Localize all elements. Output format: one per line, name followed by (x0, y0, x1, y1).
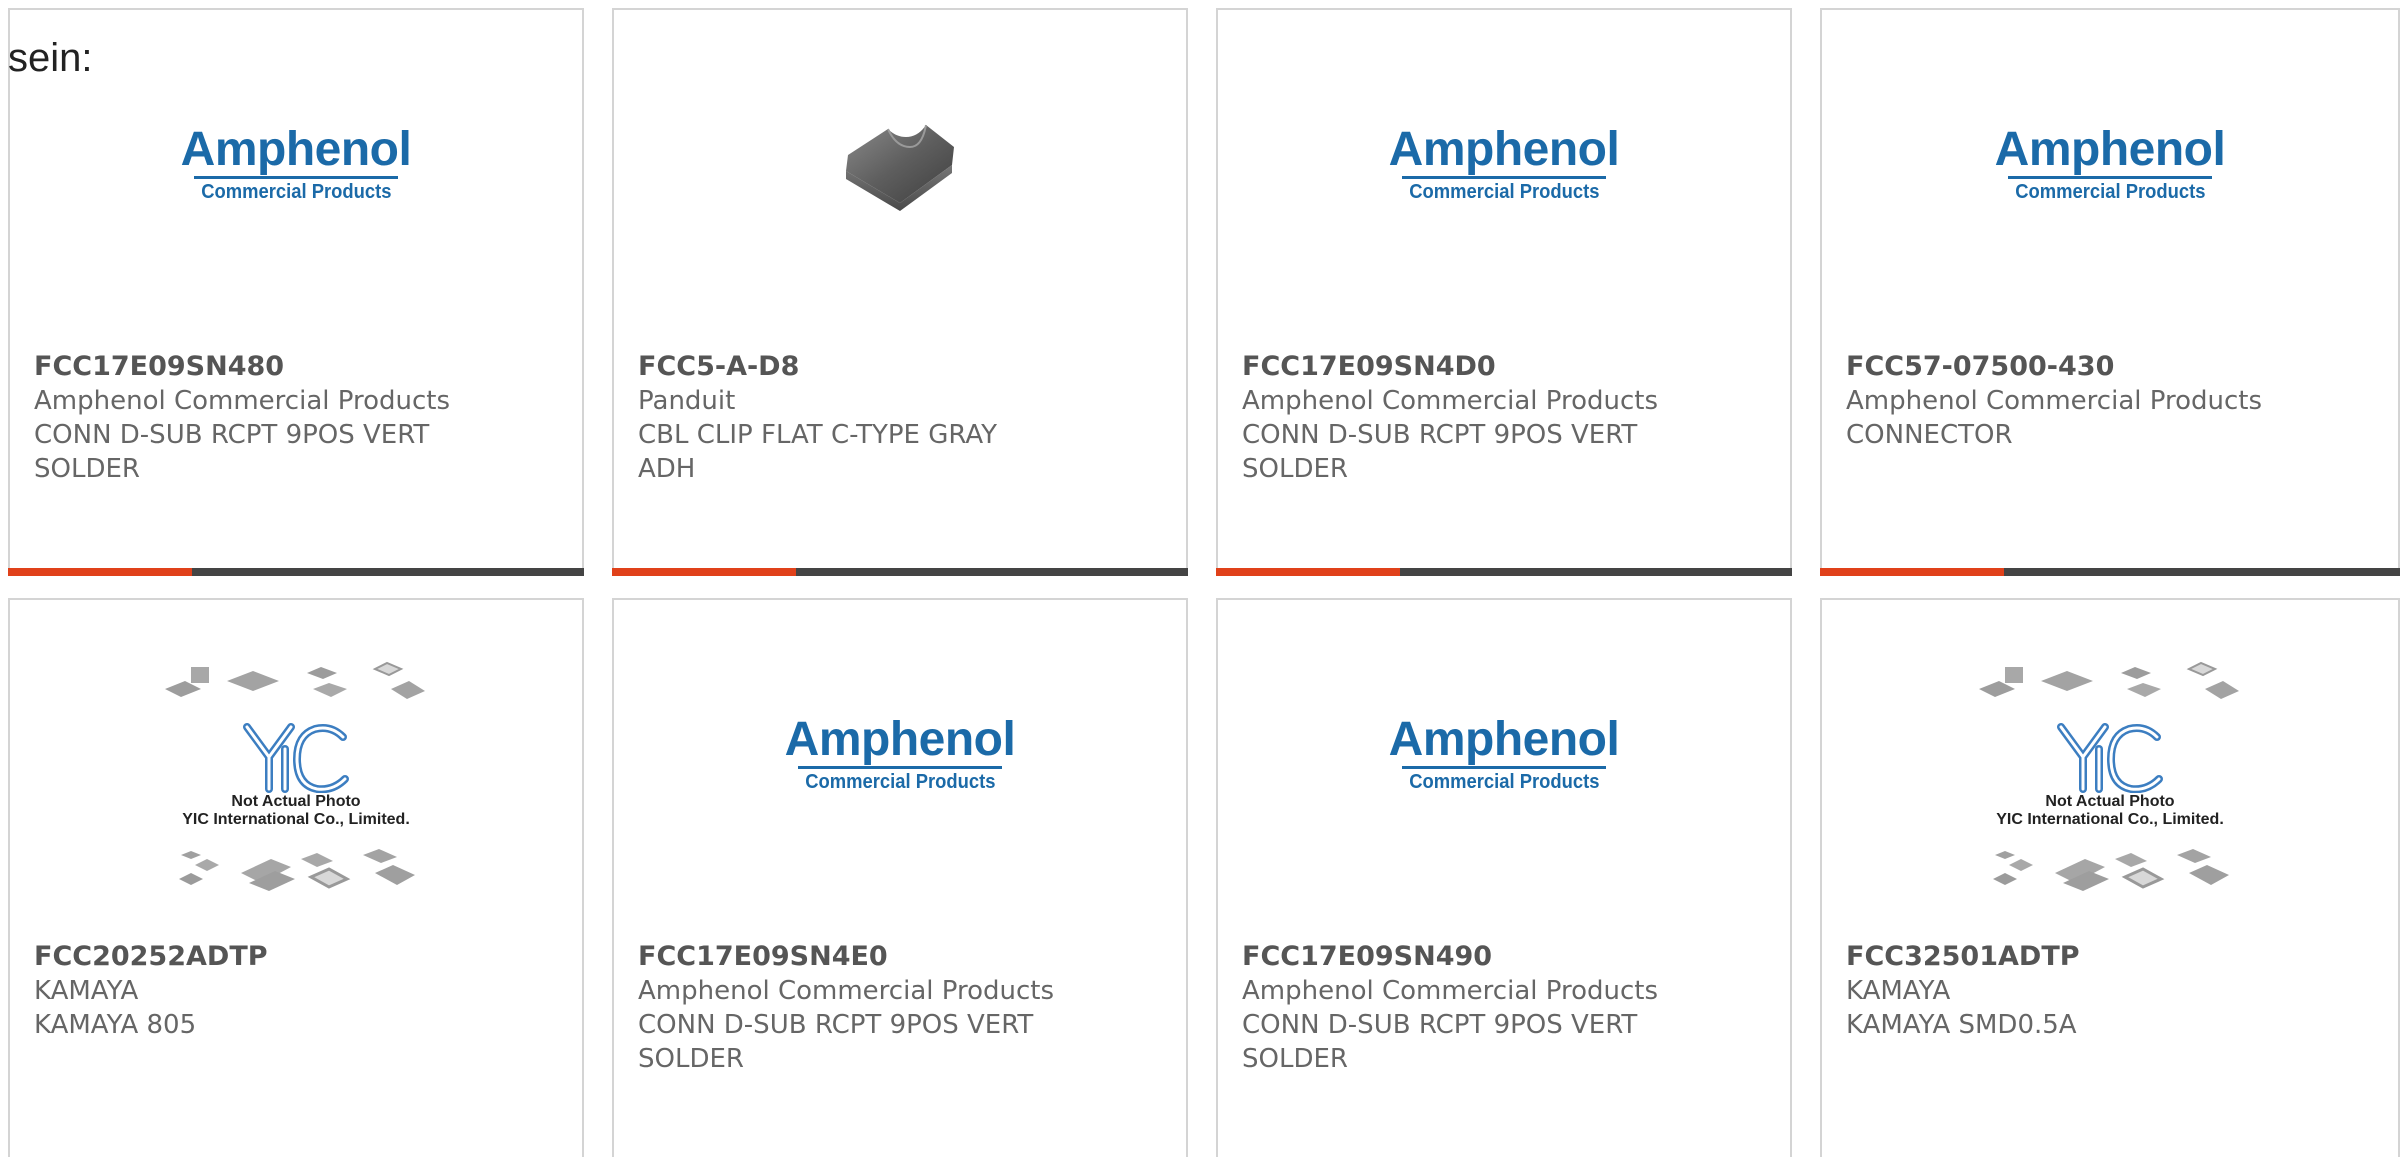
logo-rule (2008, 175, 2212, 179)
product-image[interactable]: Amphenol Commercial Products (614, 640, 1186, 900)
product-info: FCC17E09SN490 Amphenol Commercial Produc… (1242, 940, 1662, 1076)
card-bottom-bar (8, 568, 584, 576)
logo-brand: Amphenol (784, 712, 1016, 766)
chip-packages-bottom-icon (179, 849, 415, 891)
product-image[interactable]: Not Actual Photo YIC International Co., … (1822, 640, 2398, 900)
product-image[interactable]: Amphenol Commercial Products (1822, 50, 2398, 310)
logo-division: Commercial Products (2014, 180, 2206, 203)
logo-brand: Amphenol (180, 122, 412, 176)
product-image[interactable]: Amphenol Commercial Products (1218, 640, 1790, 900)
yic-placeholder: Not Actual Photo YIC International Co., … (1975, 659, 2245, 897)
product-card[interactable]: FCC5-A-D8 Panduit CBL CLIP FLAT C-TYPE G… (612, 8, 1188, 576)
description-line-1: CONN D-SUB RCPT 9POS VERT (638, 1010, 1034, 1040)
yic-placeholder: Not Actual Photo YIC International Co., … (161, 659, 431, 897)
amphenol-logo: Amphenol Commercial Products (180, 122, 412, 203)
part-number-link[interactable]: FCC5-A-D8 (638, 350, 1058, 384)
description-line-1: CBL CLIP FLAT C-TYPE GRAY (638, 420, 998, 450)
product-card[interactable]: Amphenol Commercial Products FCC57-07500… (1820, 8, 2400, 576)
manufacturer: Amphenol Commercial Products (1242, 386, 1658, 416)
logo-division: Commercial Products (1408, 180, 1600, 203)
card-accent (1820, 568, 2004, 576)
amphenol-logo: Amphenol Commercial Products (1388, 122, 1620, 203)
amphenol-logo: Amphenol Commercial Products (1388, 712, 1620, 793)
product-info: FCC32501ADTP KAMAYA KAMAYA SMD0.5A (1846, 940, 2266, 1042)
description-line-1: CONN D-SUB RCPT 9POS VERT (1242, 420, 1638, 450)
amphenol-logo: Amphenol Commercial Products (1994, 122, 2226, 203)
product-info: FCC5-A-D8 Panduit CBL CLIP FLAT C-TYPE G… (638, 350, 1058, 486)
product-card[interactable]: Amphenol Commercial Products FCC17E09SN4… (612, 598, 1188, 1157)
description-line-1: CONNECTOR (1846, 420, 2013, 450)
card-accent (612, 568, 796, 576)
product-info: FCC20252ADTP KAMAYA KAMAYA 805 (34, 940, 454, 1042)
product-card[interactable]: Amphenol Commercial Products FCC17E09SN4… (8, 8, 584, 576)
product-image[interactable]: Amphenol Commercial Products (10, 50, 582, 310)
product-card[interactable]: Amphenol Commercial Products FCC17E09SN4… (1216, 598, 1792, 1157)
logo-brand: Amphenol (1994, 122, 2226, 176)
description-line-1: KAMAYA SMD0.5A (1846, 1010, 2077, 1040)
product-info: FCC57-07500-430 Amphenol Commercial Prod… (1846, 350, 2266, 452)
logo-division: Commercial Products (1408, 770, 1600, 793)
part-number-link[interactable]: FCC17E09SN490 (1242, 940, 1662, 974)
card-bottom-bar (612, 568, 1188, 576)
description-line-2: SOLDER (638, 1044, 744, 1074)
description-line-1: KAMAYA 805 (34, 1010, 197, 1040)
manufacturer: Amphenol Commercial Products (1846, 386, 2262, 416)
amphenol-logo: Amphenol Commercial Products (784, 712, 1016, 793)
logo-rule (1402, 175, 1606, 179)
part-number-link[interactable]: FCC17E09SN4E0 (638, 940, 1058, 974)
product-info: FCC17E09SN480 Amphenol Commercial Produc… (34, 350, 454, 486)
cable-clip-photo (846, 124, 954, 211)
part-number-link[interactable]: FCC17E09SN4D0 (1242, 350, 1662, 384)
manufacturer: Amphenol Commercial Products (638, 976, 1054, 1006)
product-card[interactable]: Amphenol Commercial Products FCC17E09SN4… (1216, 8, 1792, 576)
placeholder-line-2: YIC International Co., Limited. (1996, 811, 2224, 828)
manufacturer: Amphenol Commercial Products (34, 386, 450, 416)
placeholder-line-1: Not Actual Photo (2045, 793, 2175, 810)
description-line-1: CONN D-SUB RCPT 9POS VERT (1242, 1010, 1638, 1040)
card-bottom-bar (1216, 568, 1792, 576)
logo-brand: Amphenol (1388, 712, 1620, 766)
product-card[interactable]: Not Actual Photo YIC International Co., … (1820, 598, 2400, 1157)
chip-packages-bottom-icon (1993, 849, 2229, 891)
description-line-2: SOLDER (34, 454, 140, 484)
manufacturer: Panduit (638, 386, 736, 416)
part-number-link[interactable]: FCC32501ADTP (1846, 940, 2266, 974)
product-image[interactable]: Amphenol Commercial Products (1218, 50, 1790, 310)
product-grid-page: sein: Amphenol Commercial Products FCC17… (0, 0, 2400, 1157)
logo-division: Commercial Products (804, 770, 996, 793)
logo-rule (1402, 765, 1606, 769)
card-bottom-bar (1820, 568, 2400, 576)
product-card[interactable]: Not Actual Photo YIC International Co., … (8, 598, 584, 1157)
product-image[interactable] (614, 50, 1186, 310)
product-info: FCC17E09SN4D0 Amphenol Commercial Produc… (1242, 350, 1662, 486)
yic-logo-icon (243, 723, 349, 793)
manufacturer: Amphenol Commercial Products (1242, 976, 1658, 1006)
chip-packages-top-icon (165, 661, 425, 699)
manufacturer: KAMAYA (34, 976, 139, 1006)
yic-logo-icon (2057, 723, 2163, 793)
description-line-2: SOLDER (1242, 1044, 1348, 1074)
logo-division: Commercial Products (200, 180, 392, 203)
part-number-link[interactable]: FCC20252ADTP (34, 940, 454, 974)
placeholder-line-1: Not Actual Photo (231, 793, 361, 810)
card-accent (1216, 568, 1400, 576)
manufacturer: KAMAYA (1846, 976, 1951, 1006)
description-line-1: CONN D-SUB RCPT 9POS VERT (34, 420, 430, 450)
product-info: FCC17E09SN4E0 Amphenol Commercial Produc… (638, 940, 1058, 1076)
description-line-2: ADH (638, 454, 696, 484)
card-accent (8, 568, 192, 576)
logo-brand: Amphenol (1388, 122, 1620, 176)
chip-packages-top-icon (1979, 661, 2239, 699)
logo-rule (798, 765, 1002, 769)
logo-rule (194, 175, 398, 179)
placeholder-line-2: YIC International Co., Limited. (182, 811, 410, 828)
part-number-link[interactable]: FCC17E09SN480 (34, 350, 454, 384)
lead-text: sein: (8, 36, 93, 80)
description-line-2: SOLDER (1242, 454, 1348, 484)
product-image[interactable]: Not Actual Photo YIC International Co., … (10, 640, 582, 900)
part-number-link[interactable]: FCC57-07500-430 (1846, 350, 2266, 384)
